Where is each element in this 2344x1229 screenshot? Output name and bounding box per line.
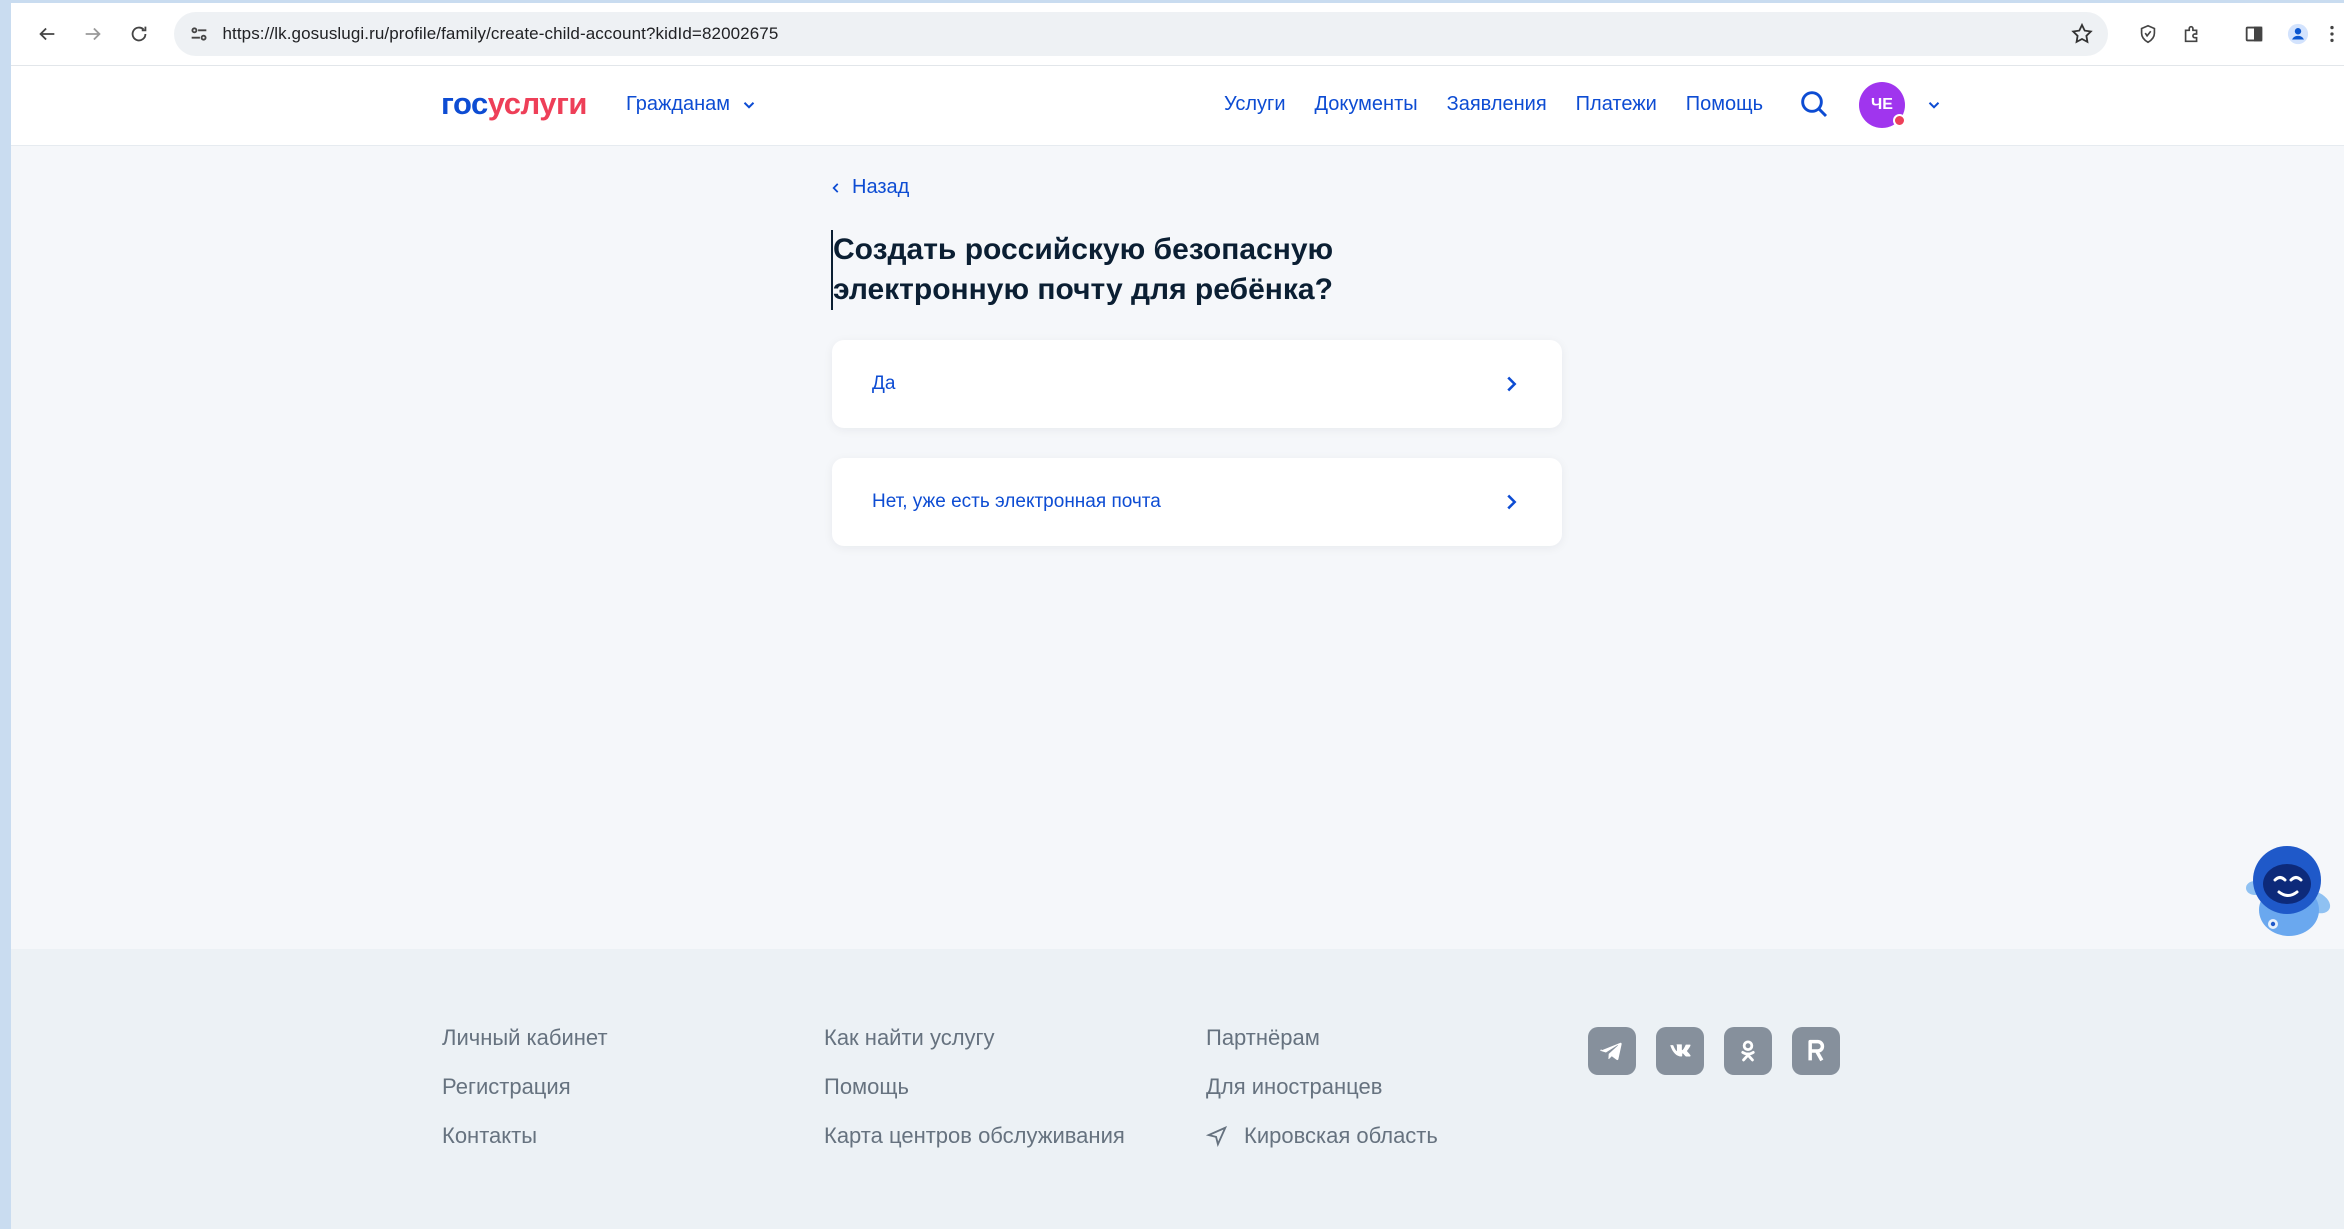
footer-column-3: Партнёрам Для иностранцев Кировская обла… — [1206, 1025, 1438, 1148]
back-label: Назад — [852, 176, 910, 198]
robot-assistant-icon[interactable] — [2241, 840, 2341, 940]
option-yes-button[interactable]: Да — [832, 340, 1562, 428]
gosuslugi-logo[interactable]: госуслуги — [441, 86, 587, 122]
reload-icon[interactable] — [117, 12, 161, 56]
chevron-down-icon — [743, 101, 755, 109]
footer-link-contacts[interactable]: Контакты — [442, 1123, 608, 1148]
audience-dropdown[interactable]: Гражданам — [626, 93, 758, 116]
notification-dot — [1893, 114, 1906, 127]
search-icon[interactable] — [1798, 88, 1830, 120]
extensions-puzzle-icon[interactable] — [2170, 12, 2214, 56]
region-selector[interactable]: Кировская область — [1206, 1123, 1438, 1148]
back-arrow-icon[interactable] — [25, 12, 69, 56]
footer-column-2: Как найти услугу Помощь Карта центров об… — [824, 1025, 1125, 1148]
nav-applications[interactable]: Заявления — [1447, 93, 1547, 116]
url-text[interactable]: https://lk.gosuslugi.ru/profile/family/c… — [222, 24, 2070, 44]
footer-link-find-service[interactable]: Как найти услугу — [824, 1025, 1125, 1050]
footer-column-1: Личный кабинет Регистрация Контакты — [442, 1025, 608, 1148]
chevron-left-icon — [832, 182, 839, 193]
location-arrow-icon — [1206, 1125, 1228, 1147]
chevron-down-icon[interactable] — [1925, 96, 1943, 114]
chevron-right-icon — [1507, 494, 1517, 510]
footer-link-foreigners[interactable]: Для иностранцев — [1206, 1074, 1438, 1099]
site-header: госуслуги Гражданам Услуги Документы Зая… — [11, 66, 2344, 146]
option-label: Да — [872, 373, 896, 394]
address-bar[interactable]: https://lk.gosuslugi.ru/profile/family/c… — [174, 12, 2109, 56]
profile-icon[interactable] — [2276, 12, 2320, 56]
site-footer: Личный кабинет Регистрация Контакты Как … — [11, 949, 2344, 1229]
browser-menu-icon[interactable] — [2320, 12, 2344, 56]
footer-link-service-centers-map[interactable]: Карта центров обслуживания — [824, 1123, 1125, 1148]
top-navigation: Услуги Документы Заявления Платежи Помощ… — [1224, 93, 1763, 116]
browser-toolbar: https://lk.gosuslugi.ru/profile/family/c… — [11, 0, 2344, 66]
rutube-icon[interactable] — [1792, 1027, 1840, 1075]
option-no-button[interactable]: Нет, уже есть электронная почта — [832, 458, 1562, 546]
social-links — [1588, 1027, 1840, 1075]
site-settings-icon[interactable] — [188, 23, 210, 45]
nav-documents[interactable]: Документы — [1315, 93, 1418, 116]
region-name: Кировская область — [1244, 1123, 1438, 1148]
footer-link-help[interactable]: Помощь — [824, 1074, 1125, 1099]
page-title: Создать российскую безопасную электронну… — [831, 230, 1531, 310]
audience-label: Гражданам — [626, 93, 731, 115]
option-label: Нет, уже есть электронная почта — [872, 491, 1161, 512]
avatar-initials: ЧЕ — [1871, 96, 1893, 113]
footer-link-partners[interactable]: Партнёрам — [1206, 1025, 1438, 1050]
nav-services[interactable]: Услуги — [1224, 93, 1286, 116]
footer-link-personal-account[interactable]: Личный кабинет — [442, 1025, 608, 1050]
nav-payments[interactable]: Платежи — [1576, 93, 1657, 116]
forward-arrow-icon[interactable] — [71, 12, 115, 56]
telegram-icon[interactable] — [1588, 1027, 1636, 1075]
vk-icon[interactable] — [1656, 1027, 1704, 1075]
bookmark-star-icon[interactable] — [2070, 22, 2094, 46]
odnoklassniki-icon[interactable] — [1724, 1027, 1772, 1075]
avatar[interactable]: ЧЕ — [1859, 82, 1906, 128]
nav-help[interactable]: Помощь — [1686, 93, 1763, 116]
shield-extension-icon[interactable] — [2126, 12, 2170, 56]
footer-link-registration[interactable]: Регистрация — [442, 1074, 608, 1099]
chevron-right-icon — [1507, 376, 1517, 392]
side-panel-icon[interactable] — [2232, 12, 2276, 56]
back-link[interactable]: Назад — [829, 176, 909, 199]
